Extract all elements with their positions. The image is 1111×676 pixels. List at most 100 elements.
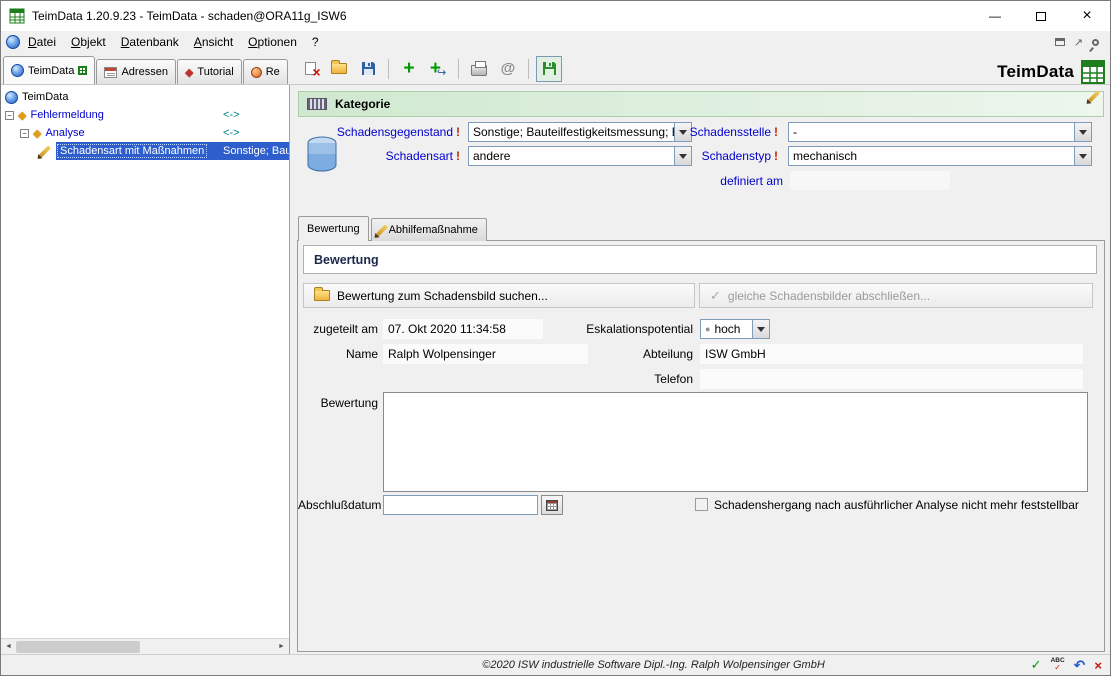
schadensgegenstand-value: Sonstige; Bauteilfestigkeitsmessung; Bau…	[469, 125, 674, 139]
scrollbar-thumb[interactable]	[16, 641, 140, 653]
tree-item-label: Fehlermeldung	[30, 109, 103, 121]
tree-item-label: Schadensart mit Maßnahmen	[57, 144, 207, 158]
document-tabs: TeimData Adressen ◆ Tutorial Re	[1, 53, 292, 84]
teimdata-node-icon	[5, 91, 18, 104]
calendar-button[interactable]	[541, 495, 563, 515]
window-title: TeimData 1.20.9.23 - TeimData - schaden@…	[32, 9, 347, 23]
tab-re[interactable]: Re	[243, 59, 288, 84]
eskalationspotential-select[interactable]: ● hoch	[700, 319, 770, 339]
tab-adressen[interactable]: Adressen	[96, 59, 175, 84]
tab-teimdata-label: TeimData	[28, 65, 74, 77]
search-schadensbild-button[interactable]: Bewertung zum Schadensbild suchen...	[303, 283, 695, 308]
chevron-down-icon	[1079, 154, 1087, 159]
abteilung-label: Abteilung	[558, 344, 693, 364]
telefon-value	[700, 369, 1083, 389]
tab-tutorial[interactable]: ◆ Tutorial	[177, 59, 242, 84]
add-jump-button[interactable]: +↪	[425, 56, 451, 82]
jump-arrow-icon: ↪	[437, 66, 446, 79]
close-schadensbilder-button[interactable]: ✓ gleiche Schadensbilder abschließen...	[699, 283, 1093, 308]
menu-datei[interactable]: Datei	[21, 33, 63, 51]
app-menu-icon[interactable]	[6, 35, 20, 49]
maximize-icon	[1036, 12, 1046, 21]
minimize-button[interactable]: —	[972, 1, 1018, 31]
analyse-icon: ◆	[33, 127, 41, 140]
main-area: TeimData − ◆ Fehlermeldung <-> − ◆ Analy…	[1, 85, 1110, 654]
menu-ansicht[interactable]: Ansicht	[187, 33, 240, 51]
detach-icon[interactable]: ↗	[1074, 36, 1083, 49]
menu-objekt[interactable]: Objekt	[64, 33, 113, 51]
dropdown-button[interactable]	[1074, 147, 1091, 165]
tab-bewertung-label: Bewertung	[307, 223, 360, 235]
open-button[interactable]	[326, 56, 352, 82]
tree-horizontal-scrollbar[interactable]: ◄ ►	[1, 638, 289, 654]
dropdown-button[interactable]	[752, 320, 769, 338]
tree-root[interactable]: TeimData	[1, 88, 289, 106]
chevron-down-icon	[1079, 130, 1087, 135]
tab-teimdata[interactable]: TeimData	[3, 56, 95, 84]
pin-icon[interactable]	[1091, 37, 1101, 47]
eskalationspotential-value: hoch	[710, 322, 752, 336]
menu-help[interactable]: ?	[305, 33, 326, 51]
feststellbar-checkbox[interactable]	[695, 498, 708, 511]
required-icon: !	[774, 146, 778, 166]
name-label: Name	[303, 344, 378, 364]
copyright-text: ©2020 ISW industrielle Software Dipl.-In…	[292, 659, 1015, 671]
maximize-button[interactable]	[1018, 1, 1064, 31]
tab-abhilfemassnahme[interactable]: Abhilfemaßnahme	[371, 218, 487, 241]
required-icon: !	[456, 122, 460, 142]
calendar-icon	[546, 500, 558, 511]
tree-item-fehlermeldung[interactable]: − ◆ Fehlermeldung <->	[1, 106, 289, 124]
edit-note-icon	[38, 145, 52, 158]
tab-bewertung[interactable]: Bewertung	[298, 216, 369, 241]
commit-save-button[interactable]	[536, 56, 562, 82]
scroll-left-icon[interactable]: ◄	[1, 639, 16, 655]
schadenstyp-select[interactable]: mechanisch	[788, 146, 1092, 166]
save-button[interactable]	[355, 56, 381, 82]
collapse-icon[interactable]: −	[20, 129, 29, 138]
abteilung-value: ISW GmbH	[700, 344, 1083, 364]
schadenstyp-label: Schadenstyp	[673, 146, 771, 166]
menu-optionen[interactable]: Optionen	[241, 33, 304, 51]
menu-datenbank[interactable]: Datenbank	[114, 33, 186, 51]
undo-icon[interactable]: ↶	[1074, 657, 1086, 674]
statusbar: ©2020 ISW industrielle Software Dipl.-In…	[1, 654, 1110, 675]
detail-tabs: Bewertung Abhilfemaßnahme	[298, 216, 487, 241]
print-button[interactable]	[466, 56, 492, 82]
abschlussdatum-input[interactable]	[383, 495, 538, 515]
toolbar-separator	[458, 59, 459, 79]
bewertung-textarea[interactable]	[383, 392, 1088, 492]
discard-icon: ×	[305, 62, 316, 75]
schadensgegenstand-select[interactable]: Sonstige; Bauteilfestigkeitsmessung; Bau…	[468, 122, 692, 142]
dropdown-button[interactable]	[1074, 123, 1091, 141]
add-button[interactable]: +	[396, 56, 422, 82]
collapse-icon[interactable]: −	[5, 111, 14, 120]
close-button[interactable]: ×	[1064, 1, 1110, 31]
dock-icon[interactable]	[1055, 38, 1065, 46]
cancel-icon[interactable]: ×	[1094, 658, 1102, 673]
tab-adressen-label: Adressen	[121, 66, 167, 78]
check-icon: ✓	[710, 288, 721, 304]
main-toolbar: × + +↪ @	[292, 53, 567, 84]
schadensstelle-select[interactable]: -	[788, 122, 1092, 142]
confirm-icon[interactable]: ✓	[1031, 657, 1042, 673]
schadensgegenstand-label: Schadensgegenstand	[303, 122, 453, 142]
printer-icon	[471, 65, 487, 76]
tree-item-schadensart[interactable]: Schadensart mit Maßnahmen Sonstige; Baut	[1, 142, 289, 160]
kategorie-icon	[307, 98, 327, 110]
discard-button[interactable]: ×	[297, 56, 323, 82]
scroll-right-icon[interactable]: ►	[274, 639, 289, 655]
schadensart-select[interactable]: andere	[468, 146, 692, 166]
spellcheck-icon[interactable]: ABC ✓	[1051, 658, 1065, 672]
re-tab-icon	[251, 67, 262, 78]
chevron-down-icon	[757, 327, 765, 332]
close-button-label: gleiche Schadensbilder abschließen...	[728, 289, 930, 303]
save-floppy-icon	[361, 61, 376, 76]
at-icon: @	[501, 60, 516, 77]
required-icon: !	[456, 146, 460, 166]
email-button[interactable]: @	[495, 56, 521, 82]
tree-item-analyse[interactable]: − ◆ Analyse <->	[1, 124, 289, 142]
schadensstelle-value: -	[789, 125, 1074, 139]
kategorie-header: Kategorie	[298, 91, 1104, 117]
kategorie-edit-button[interactable]	[1092, 90, 1096, 106]
minimize-icon: —	[989, 9, 1001, 23]
